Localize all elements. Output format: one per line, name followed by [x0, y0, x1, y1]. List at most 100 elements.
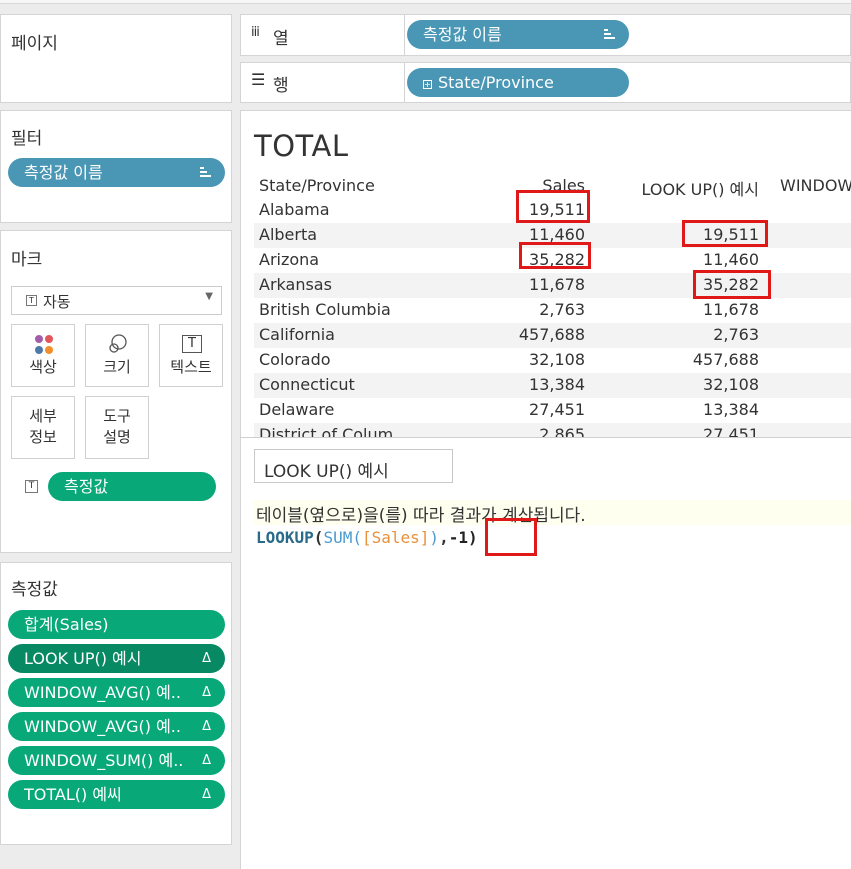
- formula-open: (: [313, 528, 324, 547]
- measure-values-card-title: 측정값: [11, 580, 58, 600]
- detail-button-label: 세부 정보: [29, 407, 57, 446]
- formula-agg-close: ): [429, 528, 440, 547]
- cell-state: British Columbia: [259, 300, 391, 319]
- table-row[interactable]: California 457,688 2,763: [254, 323, 851, 348]
- columns-shelf-label: 열: [273, 29, 289, 49]
- calc-name-value: LOOK UP() 예시: [264, 462, 389, 482]
- calc-name-field[interactable]: LOOK UP() 예시: [254, 449, 453, 483]
- measure-values-card[interactable]: 측정값 합계(Sales) LOOK UP() 예시 Δ WINDOW_AVG(…: [0, 562, 232, 845]
- delta-icon: Δ: [202, 651, 211, 666]
- cell-state: Delaware: [259, 400, 335, 419]
- detail-button[interactable]: 세부 정보: [11, 396, 75, 459]
- measure-pill-window-avg-2[interactable]: WINDOW_AVG() 예.. Δ: [8, 712, 225, 741]
- measure-pill-sum-sales[interactable]: 합계(Sales): [8, 610, 225, 639]
- highlight-arkansas-lookup: [693, 270, 771, 299]
- formula-agg-open: (: [352, 528, 362, 547]
- marks-pill-label: 측정값: [64, 477, 109, 496]
- shelf-divider: [404, 63, 405, 102]
- rows-shelf-label: 행: [273, 76, 289, 96]
- color-button[interactable]: 색상: [11, 324, 75, 387]
- measure-pill-label: TOTAL() 예씨: [24, 785, 122, 804]
- header-lookup[interactable]: LOOK UP() 예시: [642, 176, 759, 200]
- measure-pill-total[interactable]: TOTAL() 예씨 Δ: [8, 780, 225, 809]
- view-title: TOTAL: [254, 129, 349, 163]
- highlight-alberta-lookup: [682, 220, 768, 247]
- color-dots-icon: [35, 335, 53, 354]
- highlight-arizona-sales: [519, 242, 591, 269]
- expand-icon: +: [423, 80, 432, 89]
- measure-pill-label: WINDOW_AVG() 예..: [24, 683, 181, 702]
- calc-formula[interactable]: LOOKUP(SUM([Sales]),-1): [256, 528, 478, 547]
- rows-icon: ☰: [251, 70, 266, 89]
- columns-shelf[interactable]: iii 열 측정값 이름: [240, 14, 851, 56]
- marks-card[interactable]: 마크 T 자동 ▼ 색상 크기 T 텍스트 세부 정보 도구 설명 T 측정값: [0, 230, 232, 553]
- pages-card-title: 페이지: [11, 34, 58, 54]
- delta-icon: Δ: [202, 787, 211, 802]
- measure-pill-label: LOOK UP() 예시: [24, 649, 142, 668]
- top-tab-strip: [0, 0, 851, 4]
- cell-lookup: 2,763: [713, 325, 759, 344]
- cell-sales: 457,688: [518, 325, 585, 344]
- text-mark-icon: T: [26, 295, 37, 306]
- columns-pill-label: 측정값 이름: [423, 25, 502, 44]
- measure-pill-label: 합계(Sales): [24, 615, 109, 634]
- table-row[interactable]: Connecticut 13,384 32,108: [254, 373, 851, 398]
- pages-card[interactable]: 페이지: [0, 14, 232, 103]
- measure-pill-label: WINDOW_AVG() 예..: [24, 717, 181, 736]
- tooltip-button-label: 도구 설명: [103, 407, 131, 446]
- cell-sales: 11,678: [529, 275, 585, 294]
- formula-agg: SUM: [323, 528, 353, 547]
- shelf-divider: [404, 15, 405, 55]
- sort-icon: [604, 29, 615, 39]
- cell-state: Alberta: [259, 225, 318, 244]
- filter-pill-measure-names[interactable]: 측정값 이름: [8, 158, 225, 187]
- cell-sales: 2,763: [539, 300, 585, 319]
- table-row[interactable]: Colorado 32,108 457,688: [254, 348, 851, 373]
- cell-sales: 13,384: [529, 375, 585, 394]
- formula-fn: LOOKUP: [256, 528, 314, 547]
- marks-pill-measure-values[interactable]: 측정값: [48, 472, 216, 501]
- cell-lookup: 457,688: [692, 350, 759, 369]
- cell-state: Arizona: [259, 250, 320, 269]
- columns-pill-measure-names[interactable]: 측정값 이름: [407, 20, 629, 49]
- cell-sales: 27,451: [529, 400, 585, 419]
- cell-state: California: [259, 325, 335, 344]
- cell-state: Connecticut: [259, 375, 355, 394]
- size-button[interactable]: 크기: [85, 324, 149, 387]
- table-row[interactable]: British Columbia 2,763 11,678: [254, 298, 851, 323]
- delta-icon: Δ: [202, 753, 211, 768]
- delta-icon: Δ: [202, 685, 211, 700]
- table-row[interactable]: Delaware 27,451 13,384: [254, 398, 851, 423]
- tooltip-button[interactable]: 도구 설명: [85, 396, 149, 459]
- measure-pill-window-sum[interactable]: WINDOW_SUM() 예.. Δ: [8, 746, 225, 775]
- text-icon: T: [182, 335, 202, 353]
- mark-type-label: 자동: [43, 293, 71, 311]
- highlight-alabama-sales: [516, 190, 590, 223]
- text-encoding-icon: T: [25, 480, 38, 493]
- formula-arg: -1: [448, 528, 468, 547]
- measure-pill-window-avg-1[interactable]: WINDOW_AVG() 예.. Δ: [8, 678, 225, 707]
- columns-icon: iii: [251, 25, 260, 40]
- chevron-down-icon: ▼: [205, 291, 213, 302]
- cell-sales: 32,108: [529, 350, 585, 369]
- cell-state: Alabama: [259, 200, 330, 219]
- header-window[interactable]: WINDOW: [780, 176, 851, 195]
- cell-lookup: 32,108: [703, 375, 759, 394]
- cell-lookup: 11,460: [703, 250, 759, 269]
- header-state[interactable]: State/Province: [259, 176, 375, 195]
- color-button-label: 색상: [29, 358, 57, 376]
- text-button[interactable]: T 텍스트: [159, 324, 223, 387]
- highlight-formula-arg: [485, 518, 537, 556]
- filters-card-title: 필터: [11, 129, 43, 149]
- calc-note-bar: 테이블(옆으로)을(를) 따라 결과가 계산됩니다.: [254, 500, 851, 526]
- cell-lookup: 13,384: [703, 400, 759, 419]
- sort-icon: [200, 167, 211, 177]
- rows-shelf[interactable]: ☰ 행 + State/Province: [240, 62, 851, 103]
- formula-comma: ,: [439, 528, 449, 547]
- rows-pill-label: State/Province: [438, 73, 554, 92]
- formula-close: ): [467, 528, 478, 547]
- rows-pill-state-province[interactable]: + State/Province: [407, 68, 629, 97]
- filters-card[interactable]: 필터 측정값 이름: [0, 110, 232, 223]
- mark-type-dropdown[interactable]: T 자동 ▼: [11, 286, 222, 315]
- measure-pill-lookup[interactable]: LOOK UP() 예시 Δ: [8, 644, 225, 673]
